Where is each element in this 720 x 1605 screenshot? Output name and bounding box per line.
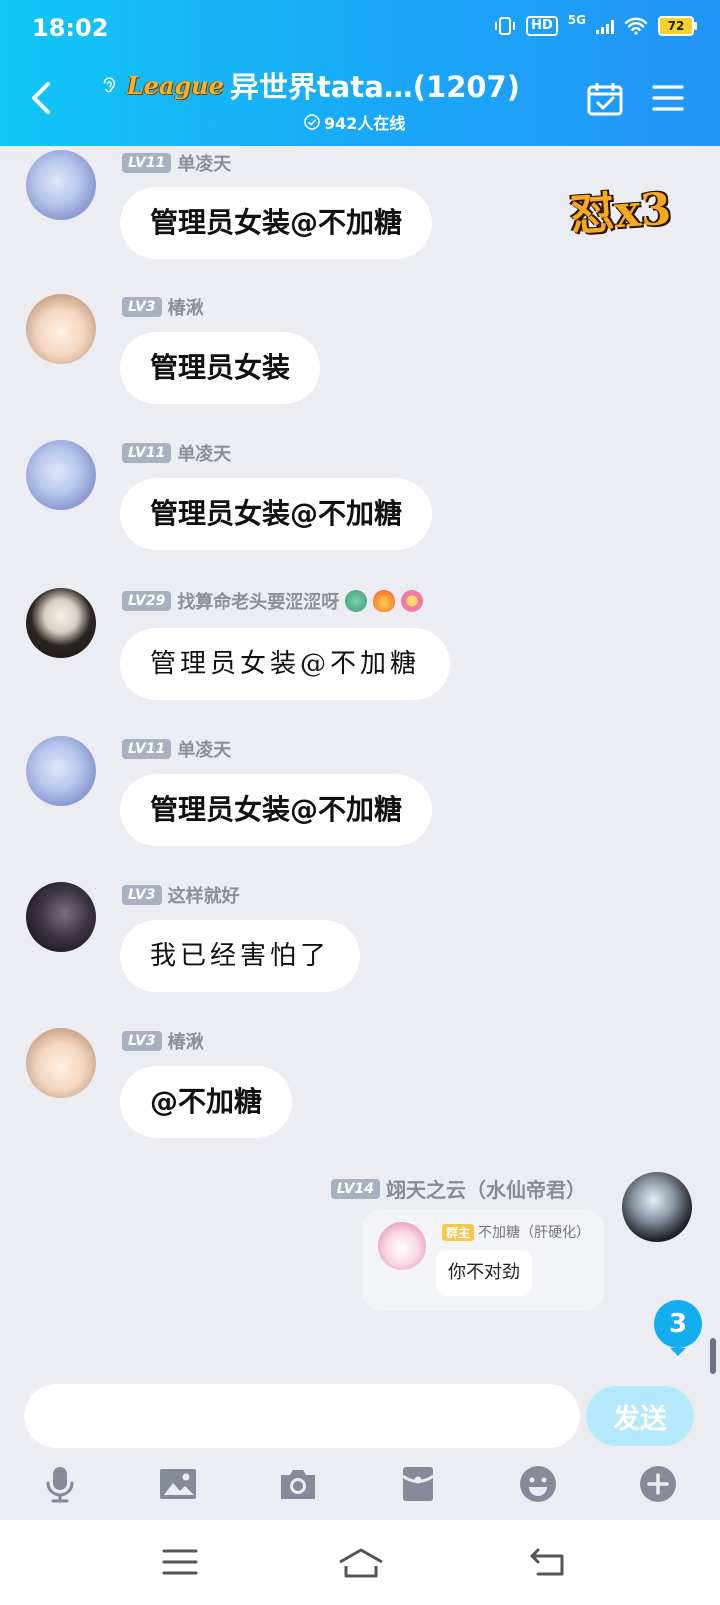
dragon-emoji-icon: [345, 590, 368, 612]
fire-emoji-icon: [373, 590, 396, 612]
menu-button[interactable]: [652, 82, 684, 114]
avatar[interactable]: [26, 736, 96, 806]
sender-name[interactable]: 单凌天: [177, 440, 231, 466]
sender-meta: LV29 找算命老头要涩涩呀: [122, 588, 424, 614]
status-icons: HD 5G 72: [494, 13, 697, 36]
scrollbar[interactable]: [710, 1338, 716, 1374]
ear-icon: [103, 77, 116, 93]
camera-icon[interactable]: [278, 1464, 318, 1504]
level-badge: LV29: [122, 591, 172, 611]
sender-name[interactable]: 椿湫: [168, 1028, 204, 1054]
back-button[interactable]: [26, 78, 58, 118]
online-count: 942人在线: [304, 110, 405, 134]
message-bubble[interactable]: 管理员女装: [120, 332, 321, 404]
input-bar: 发送: [0, 1376, 720, 1520]
back-nav-button[interactable]: [526, 1542, 570, 1582]
level-badge: LV11: [122, 739, 172, 759]
message-bubble[interactable]: 管理员女装@不加糖: [120, 628, 451, 700]
sender-name[interactable]: 翊天之云（水仙帝君）: [386, 1174, 586, 1203]
vibrate-icon: [495, 17, 516, 35]
chat-header: 18:02 HD 5G 72 League 异世界tata…(1207) 942…: [0, 0, 720, 146]
message-bubble[interactable]: 管理员女装@不加糖: [120, 187, 433, 259]
avatar[interactable]: [26, 150, 96, 220]
message-bubble[interactable]: 我已经害怕了: [120, 920, 361, 992]
avatar[interactable]: [26, 588, 96, 658]
sender-meta: LV11 单凌天: [122, 150, 231, 176]
send-button[interactable]: 发送: [586, 1386, 694, 1446]
red-packet-icon[interactable]: [398, 1464, 438, 1504]
self-sender-meta: LV14 翊天之云（水仙帝君）: [330, 1174, 586, 1203]
level-badge: LV11: [122, 443, 172, 463]
sender-meta: LV3 这样就好: [122, 882, 240, 908]
hd-badge: HD: [526, 16, 558, 36]
sender-meta: LV3 椿湫: [122, 1028, 204, 1054]
sender-name[interactable]: 这样就好: [168, 882, 240, 908]
sender-name[interactable]: 单凌天: [177, 150, 231, 176]
avatar[interactable]: [26, 882, 96, 952]
sender-name[interactable]: 椿湫: [168, 294, 204, 320]
status-time: 18:02: [32, 14, 109, 42]
wifi-icon: [624, 17, 648, 35]
level-badge: LV11: [122, 153, 172, 173]
level-badge: LV3: [122, 1031, 162, 1051]
reply-avatar: [378, 1222, 426, 1270]
battery-icon: 72: [658, 16, 697, 36]
sender-meta: LV11 单凌天: [122, 736, 231, 762]
emoji-icon[interactable]: [518, 1464, 558, 1504]
reply-text: 你不对劲: [436, 1250, 532, 1296]
message-bubble[interactable]: @不加糖: [120, 1066, 293, 1138]
sticker-badge: 怼x3: [568, 183, 673, 242]
reply-card[interactable]: 群主 不加糖（肝硬化） 你不对劲: [362, 1210, 604, 1310]
home-button[interactable]: [336, 1542, 386, 1582]
reply-sender-name: 不加糖（肝硬化）: [478, 1225, 591, 1241]
group-title: 异世界tata…(1207): [229, 70, 520, 104]
level-badge: LV14: [330, 1178, 380, 1199]
sender-meta: LV3 椿湫: [122, 294, 204, 320]
self-avatar[interactable]: [622, 1172, 692, 1242]
message-list[interactable]: LV11 单凌天 管理员女装@不加糖 怼x3 LV3 椿湫 管理员女装 LV11…: [0, 146, 720, 1376]
network-label: 5G: [567, 13, 586, 27]
message-input[interactable]: [24, 1384, 580, 1448]
owner-badge: 群主: [442, 1223, 475, 1241]
sender-name[interactable]: 单凌天: [177, 736, 231, 762]
level-badge: LV3: [122, 297, 162, 317]
title-row[interactable]: League 异世界tata…(1207): [100, 64, 520, 106]
image-icon[interactable]: [158, 1464, 198, 1504]
check-circle-icon: [304, 114, 320, 130]
avatar[interactable]: [26, 294, 96, 364]
recent-apps-button[interactable]: [158, 1542, 202, 1582]
league-logo: League: [126, 70, 224, 100]
system-nav-bar: [0, 1520, 720, 1605]
calendar-check-button[interactable]: [586, 80, 624, 118]
flower-emoji-icon: [401, 590, 424, 612]
message-bubble[interactable]: 管理员女装@不加糖: [120, 774, 433, 846]
avatar[interactable]: [26, 1028, 96, 1098]
level-badge: LV3: [122, 885, 162, 905]
avatar[interactable]: [26, 440, 96, 510]
sender-name[interactable]: 找算命老头要涩涩呀: [177, 588, 339, 614]
message-bubble[interactable]: 管理员女装@不加糖: [120, 478, 433, 550]
signal-icon: [596, 18, 614, 34]
unread-count-badge[interactable]: 3: [654, 1300, 702, 1356]
reply-sender: 群主 不加糖（肝硬化）: [442, 1222, 590, 1242]
sender-meta: LV11 单凌天: [122, 440, 231, 466]
online-count-label: 942人在线: [324, 114, 406, 133]
plus-icon[interactable]: [638, 1464, 678, 1504]
microphone-icon[interactable]: [40, 1464, 80, 1504]
